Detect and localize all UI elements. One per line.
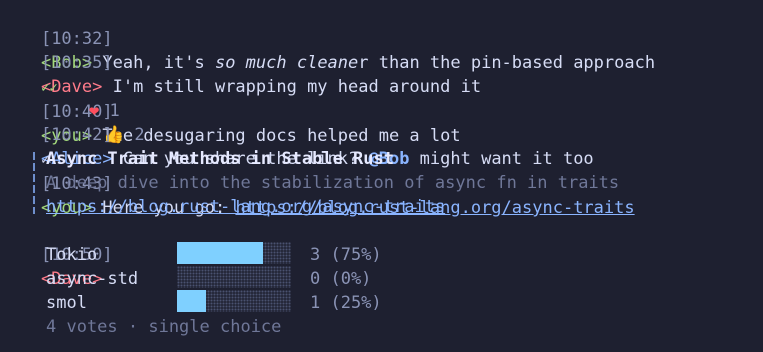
message-text: I'm still wrapping my head around it [102, 77, 482, 97]
poll-footer: 4 votes · single choice [46, 317, 282, 337]
message-row: ✓ [10:43] <you> Here you go: https://blo… [0, 123, 635, 218]
poll-option-label[interactable]: smol [46, 291, 87, 315]
message-row: [10:42] <Alice> Can you share the link? … [0, 99, 594, 169]
message-row: [10:50] <Dave> [0, 219, 113, 289]
poll-option-label[interactable]: async-std [46, 267, 138, 291]
preview-title: Async Trait Methods in Stable Rust [46, 149, 394, 169]
poll-option-label[interactable]: Tokio [46, 243, 97, 267]
message-row: [10:35] <Dave> I'm still wrapping my hea… [0, 27, 481, 97]
preview-description: A deep dive into the stabilization of as… [46, 173, 620, 193]
poll-result: 1 (25%) [310, 293, 382, 313]
poll-bar-fill [177, 242, 263, 264]
reactions-row: ❤ 1 👍 2 [48, 75, 145, 145]
poll-result: 3 (75%) [310, 245, 382, 265]
poll-bar [177, 266, 291, 288]
poll-result: 0 (0%) [310, 269, 372, 289]
poll-bar-fill [177, 290, 206, 312]
message-text: might want it too [409, 149, 594, 169]
message-row: ✓✓ [10:40] <you> The desugaring docs hel… [0, 51, 461, 146]
preview-border-icon [33, 152, 35, 214]
poll-bar [177, 242, 291, 264]
preview-url[interactable]: https://blog.rust-lang.org/async-traits [46, 195, 445, 219]
message-row: [10:32] <Bob> Yeah, it's so much cleaner… [0, 3, 655, 73]
poll-bar [177, 290, 291, 312]
chat-terminal: [10:32] <Bob> Yeah, it's so much cleaner… [0, 0, 763, 352]
